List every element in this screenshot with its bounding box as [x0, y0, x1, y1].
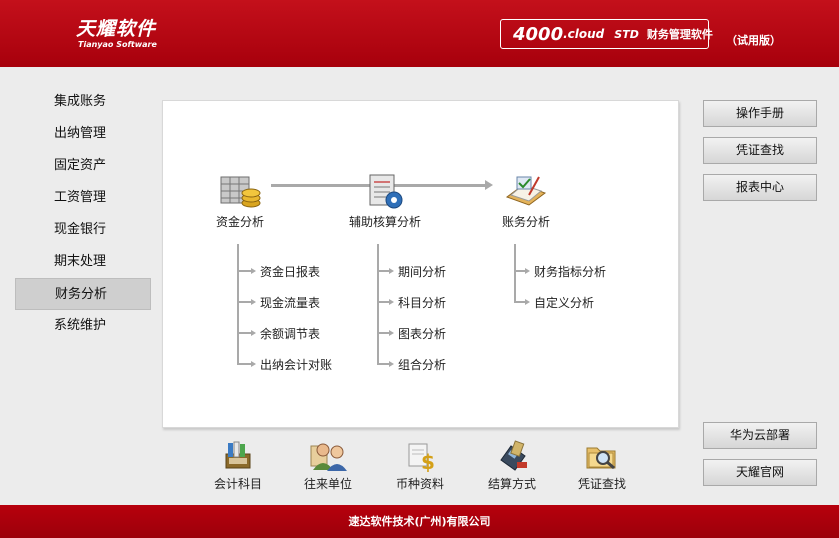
product-edition: STD: [614, 27, 639, 41]
funds-branch-2-arrow: [251, 299, 256, 305]
aux-branch-2-arrow: [389, 299, 394, 305]
shortcut-settlement[interactable]: 结算方式: [477, 440, 547, 492]
product-version: 4000: [513, 23, 564, 45]
nav-item-financial-analysis[interactable]: 财务分析: [15, 278, 151, 310]
contacts-icon: [310, 443, 347, 471]
auxiliary-accounting-icon: [369, 174, 403, 209]
node-auxiliary-analysis-label: 辅助核算分析: [348, 215, 421, 229]
voucher-search-icon: [586, 447, 616, 470]
link-subject-analysis[interactable]: 科目分析: [398, 294, 446, 311]
app-header: 天耀软件 Tianyao Software 4000 .cloud STD 财务…: [0, 0, 839, 67]
report-center-button[interactable]: 报表中心: [703, 174, 817, 201]
shortcut-currency[interactable]: $ 币种资料: [385, 440, 455, 492]
shortcut-settlement-label: 结算方式: [487, 477, 536, 491]
manual-button[interactable]: 操作手册: [703, 100, 817, 127]
official-site-button[interactable]: 天耀官网: [703, 459, 817, 486]
link-financial-indicator-analysis[interactable]: 财务指标分析: [534, 263, 606, 280]
nav-item-fixed-assets[interactable]: 固定资产: [15, 150, 151, 182]
funds-branch-3-arrow: [251, 330, 256, 336]
shortcut-contacts-label: 往来单位: [303, 477, 352, 491]
huawei-cloud-button[interactable]: 华为云部署: [703, 422, 817, 449]
funds-branch-3: [237, 332, 252, 334]
funds-branch-4: [237, 363, 252, 365]
node-account-analysis[interactable]: 账务分析: [493, 171, 559, 230]
tianyao-logo: 天耀软件 Tianyao Software: [76, 14, 157, 49]
shortcut-voucher-search[interactable]: 凭证查找: [567, 440, 637, 492]
link-combined-analysis[interactable]: 组合分析: [398, 356, 446, 373]
main-panel: 资金分析 辅助核算分析 账务分析 资金日报表 现金流量表 余额调节表 出纳会计对…: [162, 100, 679, 428]
product-cloud: .cloud: [563, 27, 605, 41]
funds-branch-1: [237, 270, 252, 272]
shortcut-account-subject-label: 会计科目: [213, 477, 262, 491]
product-badge: 4000 .cloud STD 财务管理软件: [500, 19, 713, 49]
link-daily-funds-report[interactable]: 资金日报表: [260, 263, 320, 280]
left-nav: 集成账务 出纳管理 固定资产 工资管理 现金银行 期末处理 财务分析 系统维护: [15, 86, 151, 342]
shortcut-contacts[interactable]: 往来单位: [293, 440, 363, 492]
shortcut-currency-label: 币种资料: [395, 477, 444, 491]
aux-branch-4-arrow: [389, 361, 394, 367]
nav-item-cashier[interactable]: 出纳管理: [15, 118, 151, 150]
nav-item-payroll[interactable]: 工资管理: [15, 182, 151, 214]
shortcut-voucher-search-label: 凭证查找: [577, 477, 626, 491]
link-cash-flow-statement[interactable]: 现金流量表: [260, 294, 320, 311]
account-tree-trunk: [514, 244, 516, 303]
svg-text:$: $: [421, 450, 435, 472]
account-analysis-icon: [505, 176, 547, 206]
footer-bar: 速达软件技术(广州)有限公司: [0, 505, 839, 538]
trial-label: （试用版）: [726, 34, 781, 47]
link-period-analysis[interactable]: 期间分析: [398, 263, 446, 280]
account-subject-icon: [225, 441, 251, 469]
account-branch-2-arrow: [525, 299, 530, 305]
link-custom-analysis[interactable]: 自定义分析: [534, 294, 594, 311]
link-balance-reconciliation[interactable]: 余额调节表: [260, 325, 320, 342]
funds-analysis-icon: [220, 176, 261, 208]
shortcut-account-subject[interactable]: 会计科目: [203, 440, 273, 492]
node-funds-analysis-label: 资金分析: [215, 215, 264, 229]
aux-tree-trunk: [377, 244, 379, 365]
footer-company: 速达软件技术(广州)有限公司: [348, 515, 491, 528]
logo-main-text: 天耀软件: [76, 18, 157, 40]
nav-item-cash-bank[interactable]: 现金银行: [15, 214, 151, 246]
nav-item-integrated-accounts[interactable]: 集成账务: [15, 86, 151, 118]
funds-tree-trunk: [237, 244, 239, 365]
nav-item-period-end[interactable]: 期末处理: [15, 246, 151, 278]
logo-sub-text: Tianyao Software: [78, 40, 157, 49]
node-funds-analysis[interactable]: 资金分析: [207, 171, 273, 230]
node-auxiliary-analysis[interactable]: 辅助核算分析: [341, 171, 429, 230]
nav-item-system-maintenance[interactable]: 系统维护: [15, 310, 151, 342]
link-chart-analysis[interactable]: 图表分析: [398, 325, 446, 342]
voucher-search-button[interactable]: 凭证查找: [703, 137, 817, 164]
product-name: 财务管理软件: [646, 28, 713, 41]
currency-icon: $: [408, 443, 435, 472]
node-account-analysis-label: 账务分析: [501, 215, 550, 229]
flow-arrow-2: [485, 180, 493, 190]
settlement-icon: [500, 440, 527, 471]
aux-branch-1-arrow: [389, 268, 394, 274]
aux-branch-3-arrow: [389, 330, 394, 336]
link-cashier-reconciliation[interactable]: 出纳会计对账: [260, 356, 332, 373]
funds-branch-4-arrow: [251, 361, 256, 367]
account-branch-1-arrow: [525, 268, 530, 274]
funds-branch-1-arrow: [251, 268, 256, 274]
funds-branch-2: [237, 301, 252, 303]
